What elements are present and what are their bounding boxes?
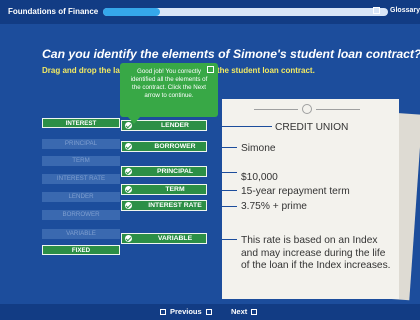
progress-fill xyxy=(103,8,160,16)
connector-lender xyxy=(207,126,272,127)
word-bank-variable: VARIABLE xyxy=(42,229,120,239)
contract-principal: $10,000 xyxy=(241,172,278,183)
progress-bar xyxy=(103,8,388,16)
contract-lender: CREDIT UNION xyxy=(275,122,349,133)
word-bank-fixed[interactable]: FIXED xyxy=(42,245,120,255)
placed-label-term[interactable]: TERM xyxy=(121,184,207,195)
contract-interest-rate: 3.75% + prime xyxy=(241,201,307,212)
check-icon xyxy=(125,168,132,175)
feedback-tooltip: Good job! You correctly identified all t… xyxy=(120,63,218,124)
close-icon[interactable] xyxy=(207,66,214,73)
instructions-part1: Drag and drop the label xyxy=(42,66,132,75)
check-icon xyxy=(125,143,132,150)
paper-rule-left xyxy=(254,109,298,110)
word-bank-borrower: BORROWER xyxy=(42,210,120,220)
tooltip-tail xyxy=(128,117,140,124)
previous-arrow-icon xyxy=(160,309,166,316)
placed-label-borrower[interactable]: BORROWER xyxy=(121,141,207,152)
word-bank-lender: LENDER xyxy=(42,192,120,202)
connector-term xyxy=(207,190,237,191)
word-bank-term: TERM xyxy=(42,156,120,166)
connector-interest-rate xyxy=(207,206,237,207)
word-bank-interest[interactable]: INTEREST xyxy=(42,118,120,128)
connector-borrower xyxy=(207,147,237,148)
next-button[interactable]: Next xyxy=(231,306,261,318)
glossary-button[interactable]: Glossary xyxy=(390,7,420,14)
contract-term: 15-year repayment term xyxy=(241,186,350,197)
placed-label-principal[interactable]: PRINCIPAL xyxy=(121,166,207,177)
feedback-text: Good job! You correctly identified all t… xyxy=(130,68,208,99)
next-arrow-icon xyxy=(251,309,258,316)
course-title: Foundations of Finance xyxy=(8,7,99,16)
glossary-icon[interactable] xyxy=(373,7,380,14)
check-icon xyxy=(125,202,132,209)
contract-variable-note: This rate is based on an Index and may i… xyxy=(241,235,391,271)
connector-principal xyxy=(207,172,237,173)
placed-label-variable[interactable]: VARIABLE xyxy=(121,233,207,244)
paper-rule-right xyxy=(316,109,360,110)
check-icon xyxy=(125,235,132,242)
word-bank-interest-rate: INTEREST RATE xyxy=(42,174,120,184)
instructions-part2: the student loan contract. xyxy=(217,66,315,75)
paper-ring xyxy=(302,104,312,114)
previous-button[interactable]: Previous xyxy=(156,306,216,318)
word-bank-principal: PRINCIPAL xyxy=(42,139,120,149)
contract-borrower: Simone xyxy=(241,143,276,154)
placed-label-interest-rate[interactable]: INTEREST RATE xyxy=(121,200,207,211)
previous-end-icon xyxy=(205,309,212,316)
question-heading: Can you identify the elements of Simone'… xyxy=(42,47,420,61)
check-icon xyxy=(125,186,132,193)
connector-variable xyxy=(207,239,237,240)
